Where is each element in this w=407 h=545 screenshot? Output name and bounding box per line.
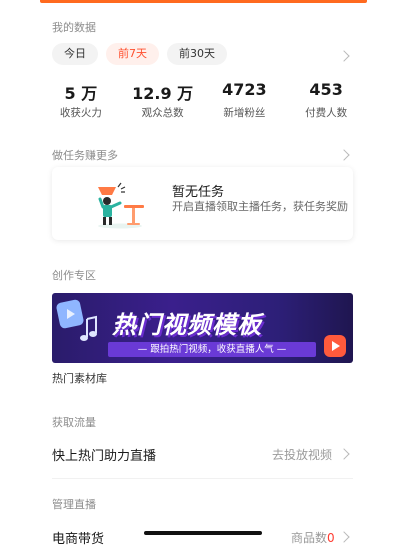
product-count: 商品数0: [291, 529, 335, 545]
stat-label: 收获火力: [59, 107, 102, 119]
stat-label: 新增粉丝: [223, 107, 266, 119]
stat-paying-users[interactable]: 453 付费人数: [285, 80, 367, 120]
manage-title: 管理直播: [52, 498, 96, 511]
my-data-chevron-right-icon[interactable]: [338, 50, 350, 62]
tab-7-days[interactable]: 前7天: [106, 43, 159, 65]
stat-label: 付费人数: [305, 107, 348, 119]
stat-label: 观众总数: [141, 107, 184, 119]
tasks-title: 做任务赚更多: [52, 149, 118, 162]
tasks-chevron-right-icon[interactable]: [338, 149, 350, 161]
task-card-description: 开启直播领取主播任务，获任务奖励: [172, 200, 348, 213]
task-card-title: 暂无任务: [172, 185, 225, 200]
ecommerce-label: 电商带货: [52, 532, 105, 545]
stat-value: 4723: [222, 80, 267, 99]
banner-title: 热门视频模板: [112, 311, 262, 339]
music-note-icon: [80, 315, 97, 341]
stat-value: 453: [309, 80, 343, 99]
stat-viewers[interactable]: 12.9 万 观众总数: [122, 80, 204, 120]
stats-row: 5 万 收获火力 12.9 万 观众总数 4723 新增粉丝 453 付费人数: [40, 80, 367, 120]
stat-value: 5 万: [64, 84, 98, 103]
my-data-title: 我的数据: [52, 21, 96, 34]
product-count-value: 0: [327, 531, 335, 545]
date-range-tabs: 今日 前7天 前30天: [52, 43, 227, 65]
banner-subtitle: — 跟拍热门视频，收获直播人气 —: [108, 342, 316, 357]
play-button-icon: [324, 335, 346, 357]
top-accent-bar: [40, 0, 367, 3]
tab-30-days[interactable]: 前30天: [167, 43, 227, 65]
hot-video-template-banner[interactable]: 热门视频模板 — 跟拍热门视频，收获直播人气 —: [52, 293, 353, 363]
stat-firepower[interactable]: 5 万 收获火力: [40, 80, 122, 120]
traffic-title: 获取流量: [52, 416, 96, 429]
stat-value: 12.9 万: [132, 84, 194, 103]
ecommerce-chevron-right-icon[interactable]: [338, 531, 350, 543]
promote-chevron-right-icon[interactable]: [338, 448, 350, 460]
task-card[interactable]: 暂无任务 开启直播领取主播任务，获任务奖励: [52, 167, 353, 240]
home-indicator: [144, 531, 262, 535]
divider: [52, 478, 353, 479]
hot-material-library-link[interactable]: 热门素材库: [52, 370, 107, 386]
tab-today[interactable]: 今日: [52, 43, 98, 65]
product-count-label: 商品数: [291, 531, 328, 545]
empty-task-illustration-icon: [98, 182, 144, 229]
creation-title: 创作专区: [52, 269, 96, 282]
promote-live-label: 快上热门助力直播: [52, 449, 157, 464]
stat-new-fans[interactable]: 4723 新增粉丝: [204, 80, 286, 120]
promote-video-action[interactable]: 去投放视频: [272, 446, 332, 463]
